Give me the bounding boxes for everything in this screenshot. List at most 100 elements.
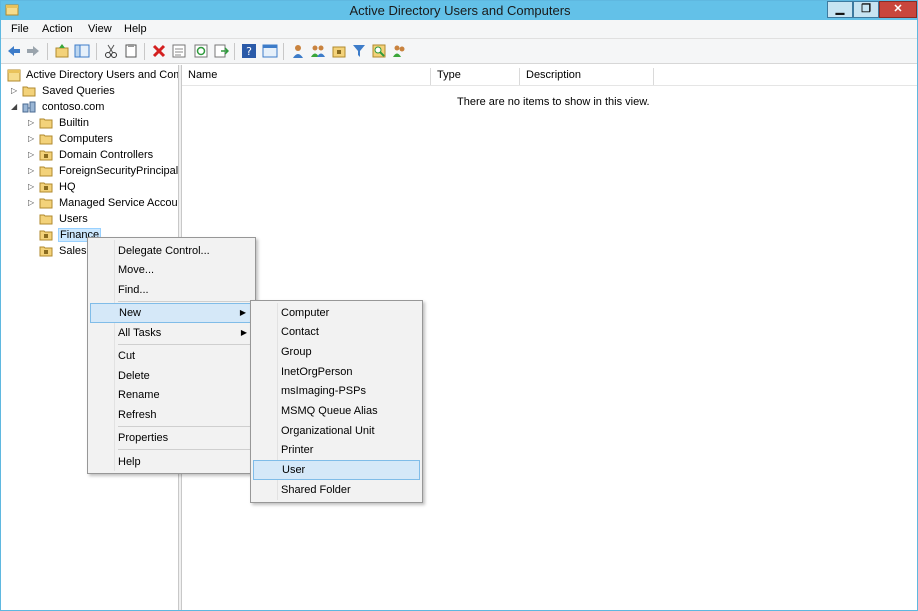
folder-icon bbox=[22, 86, 36, 97]
menu-item-find[interactable]: Find... bbox=[90, 280, 253, 300]
toolbar-separator bbox=[96, 43, 97, 60]
tree-item-label: Sales bbox=[59, 245, 87, 257]
expand-arrow-icon[interactable]: ▷ bbox=[28, 182, 36, 191]
folder-icon bbox=[39, 214, 53, 225]
delete-icon[interactable] bbox=[151, 43, 167, 59]
minimize-button[interactable]: ▁ bbox=[827, 1, 853, 18]
submenu-item-msmq-queue-alias[interactable]: MSMQ Queue Alias bbox=[253, 401, 420, 421]
new-user-icon[interactable] bbox=[290, 43, 306, 59]
menu-file[interactable]: File bbox=[11, 23, 29, 35]
ou-icon bbox=[39, 150, 53, 161]
submenu-item-inetorgperson[interactable]: InetOrgPerson bbox=[253, 362, 420, 382]
expand-arrow-icon[interactable]: ▷ bbox=[28, 150, 36, 159]
submenu-arrow-icon: ▶ bbox=[239, 308, 246, 317]
menu-item-all-tasks[interactable]: All Tasks ▶ bbox=[90, 323, 253, 343]
submenu-item-msimaging-psps[interactable]: msImaging-PSPs bbox=[253, 381, 420, 401]
toolbar-separator bbox=[47, 43, 48, 60]
ou-icon bbox=[39, 182, 53, 193]
tree-item-hq[interactable]: ▷ HQ bbox=[28, 180, 178, 196]
console-icon[interactable] bbox=[262, 43, 278, 59]
column-header-name[interactable]: Name bbox=[182, 68, 431, 85]
console-root-icon bbox=[7, 69, 21, 82]
expand-arrow-icon[interactable]: ▷ bbox=[28, 166, 36, 175]
tree-item-domain[interactable]: ◢ contoso.com bbox=[11, 100, 178, 116]
cut-icon[interactable] bbox=[103, 43, 119, 59]
tree-item-label: Domain Controllers bbox=[59, 149, 154, 161]
properties-icon[interactable] bbox=[171, 43, 187, 59]
new-group-icon[interactable] bbox=[310, 43, 326, 59]
menu-item-help[interactable]: Help bbox=[90, 452, 253, 472]
tree-item-label: Computers bbox=[59, 133, 113, 145]
menu-separator bbox=[118, 449, 251, 450]
submenu-item-computer[interactable]: Computer bbox=[253, 303, 420, 323]
empty-view-message: There are no items to show in this view. bbox=[457, 96, 650, 108]
tree-item-users[interactable]: Users bbox=[28, 212, 178, 228]
svg-text:?: ? bbox=[246, 45, 252, 58]
submenu-item-contact[interactable]: Contact bbox=[253, 322, 420, 342]
tree-item-label: Builtin bbox=[59, 117, 89, 129]
submenu-item-group[interactable]: Group bbox=[253, 342, 420, 362]
tree-item-label: Managed Service Accour bbox=[59, 197, 179, 209]
ou-icon bbox=[39, 230, 53, 241]
tree-item-label: HQ bbox=[59, 181, 76, 193]
tree-item-root[interactable]: Active Directory Users and Com bbox=[5, 68, 179, 84]
menu-item-refresh[interactable]: Refresh bbox=[90, 405, 253, 425]
toolbar-separator bbox=[144, 43, 145, 60]
menu-help[interactable]: Help bbox=[124, 23, 147, 35]
menu-view[interactable]: View bbox=[88, 23, 112, 35]
tree-item-label: Active Directory Users and Com bbox=[26, 69, 179, 81]
forward-icon[interactable] bbox=[25, 43, 41, 59]
submenu-arrow-icon: ▶ bbox=[240, 328, 247, 337]
submenu-item-user[interactable]: User bbox=[253, 460, 420, 480]
up-folder-icon[interactable] bbox=[54, 43, 70, 59]
close-button[interactable]: ✕ bbox=[879, 1, 917, 18]
back-icon[interactable] bbox=[6, 43, 22, 59]
window-title: Active Directory Users and Computers bbox=[349, 3, 571, 18]
expand-arrow-icon[interactable]: ▷ bbox=[28, 118, 36, 127]
menu-item-properties[interactable]: Properties bbox=[90, 428, 253, 448]
tree-item-label: Saved Queries bbox=[42, 85, 115, 97]
filter-icon[interactable] bbox=[351, 43, 367, 59]
column-header-type[interactable]: Type bbox=[431, 68, 520, 85]
copy-icon[interactable] bbox=[123, 43, 139, 59]
collapse-arrow-icon[interactable]: ◢ bbox=[11, 102, 19, 111]
toolbar: ? bbox=[1, 39, 917, 64]
tree-item-label: contoso.com bbox=[42, 101, 105, 113]
tree-item-foreign-security-principals[interactable]: ▷ ForeignSecurityPrincipals bbox=[28, 164, 178, 180]
menu-item-new[interactable]: New ▶ bbox=[90, 303, 253, 323]
menu-bar: File Action View Help bbox=[1, 20, 917, 39]
menu-item-label: New bbox=[119, 307, 142, 319]
menu-item-delegate-control[interactable]: Delegate Control... bbox=[90, 241, 253, 261]
folder-icon bbox=[39, 134, 53, 145]
folder-icon bbox=[39, 198, 53, 209]
column-header-description[interactable]: Description bbox=[520, 68, 654, 85]
submenu-item-printer[interactable]: Printer bbox=[253, 440, 420, 460]
menu-action[interactable]: Action bbox=[42, 23, 73, 35]
expand-arrow-icon[interactable]: ▷ bbox=[11, 86, 19, 95]
show-hide-tree-icon[interactable] bbox=[74, 43, 90, 59]
folder-icon bbox=[39, 118, 53, 129]
tree-item-builtin[interactable]: ▷ Builtin bbox=[28, 116, 178, 132]
maximize-button[interactable]: ❐ bbox=[853, 1, 879, 18]
submenu-item-shared-folder[interactable]: Shared Folder bbox=[253, 480, 420, 500]
help-icon[interactable]: ? bbox=[241, 43, 257, 59]
new-submenu: Computer Contact Group InetOrgPerson msI… bbox=[250, 300, 423, 503]
menu-item-delete[interactable]: Delete bbox=[90, 366, 253, 386]
export-list-icon[interactable] bbox=[213, 43, 229, 59]
add-to-group-icon[interactable] bbox=[391, 43, 407, 59]
menu-item-cut[interactable]: Cut bbox=[90, 346, 253, 366]
tree-item-domain-controllers[interactable]: ▷ Domain Controllers bbox=[28, 148, 178, 164]
tree-item-managed-service-accounts[interactable]: ▷ Managed Service Accour bbox=[28, 196, 179, 212]
tree-item-computers[interactable]: ▷ Computers bbox=[28, 132, 178, 148]
context-menu: Delegate Control... Move... Find... New … bbox=[87, 237, 256, 474]
submenu-item-organizational-unit[interactable]: Organizational Unit bbox=[253, 421, 420, 441]
tree-item-saved-queries[interactable]: ▷ Saved Queries bbox=[11, 84, 178, 100]
folder-icon bbox=[39, 166, 53, 177]
expand-arrow-icon[interactable]: ▷ bbox=[28, 134, 36, 143]
new-ou-icon[interactable] bbox=[331, 43, 347, 59]
menu-item-rename[interactable]: Rename bbox=[90, 385, 253, 405]
expand-arrow-icon[interactable]: ▷ bbox=[28, 198, 36, 207]
find-icon[interactable] bbox=[371, 43, 387, 59]
menu-item-move[interactable]: Move... bbox=[90, 260, 253, 280]
refresh-icon[interactable] bbox=[193, 43, 209, 59]
